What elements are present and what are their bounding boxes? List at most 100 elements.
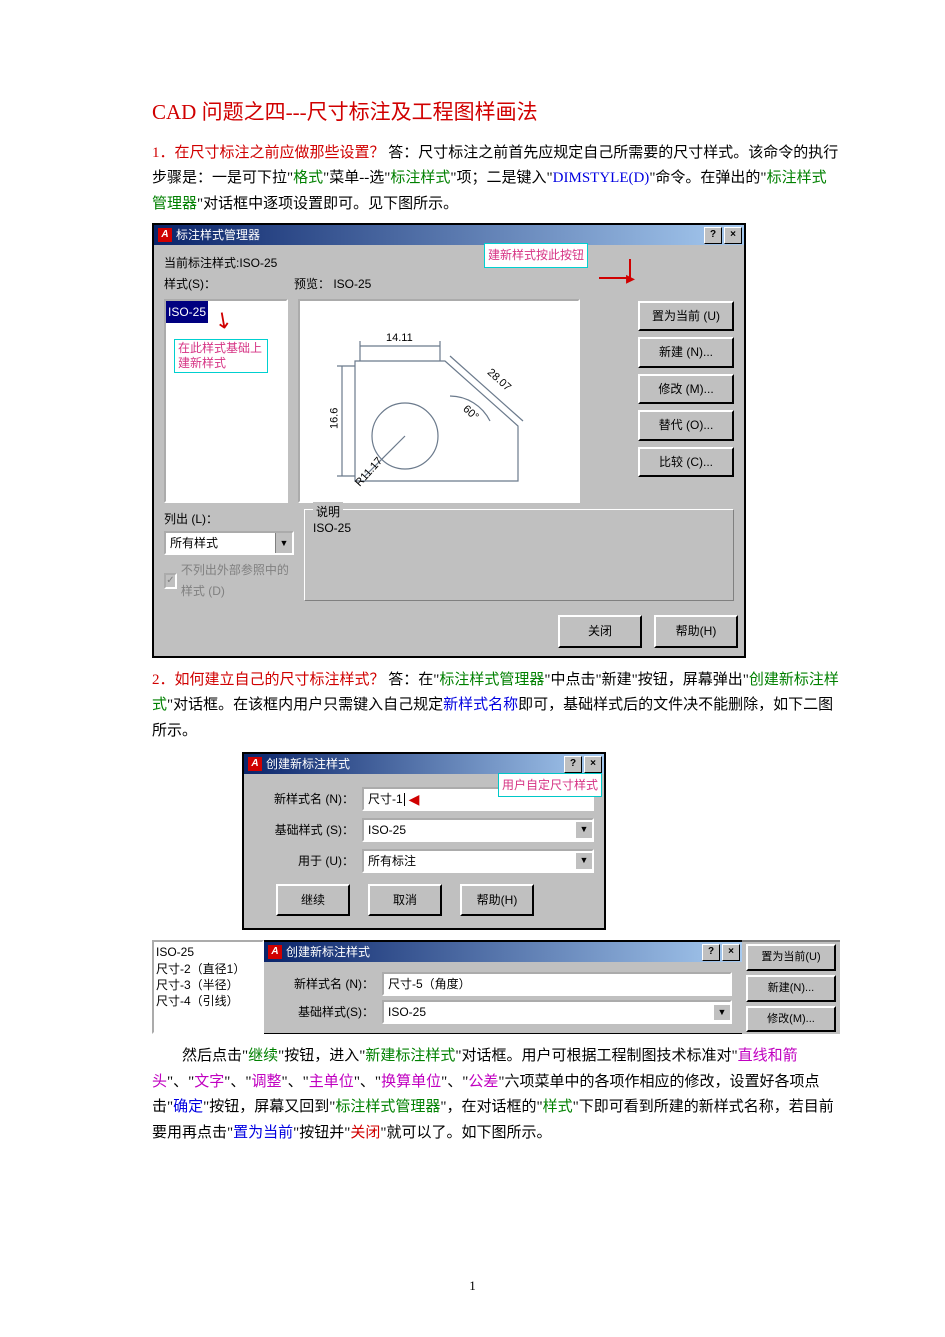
base-label: 基础样式 (S)： [254, 820, 362, 840]
q1-num: 1． [152, 145, 175, 161]
arrow-left-icon: ◀ [409, 792, 420, 806]
compare-button[interactable]: 比较 (C)... [638, 447, 734, 477]
q2-b1: 新样式名称 [443, 697, 518, 713]
dim-top: 14.11 [386, 329, 413, 348]
p3-p5: 换算单位 [381, 1074, 441, 1090]
q1-text: 在尺寸标注之前应做那些设置？ [175, 145, 385, 161]
q2-num: 2． [152, 672, 175, 688]
name-label: 新样式名 (N)： [254, 789, 362, 809]
close-button[interactable]: 关闭 [558, 615, 642, 647]
p3-m1: "按钮，进入" [278, 1048, 365, 1064]
preview-drawing-icon [300, 301, 578, 501]
new-button[interactable]: 新建 (N)... [638, 337, 734, 367]
continue-button[interactable]: 继续 [276, 884, 350, 916]
xref-checkbox: ✓ [164, 573, 177, 589]
list-label: 列出 (L)： [164, 509, 294, 529]
create-new-dimstyle-dialog: A 创建新标注样式 ? × 用户自定尺寸样式 新样式名 (N)： 尺寸-1 ◀ … [242, 752, 606, 930]
q1-g1: 格式 [293, 170, 323, 186]
style-list[interactable]: ISO-25 尺寸-2（直径1） 尺寸-3（半径） 尺寸-4（引线） [152, 940, 264, 1034]
q1-m1: "菜单--选" [323, 170, 390, 186]
q1-g2: 标注样式 [390, 170, 450, 186]
q2-m2: "对话框。在该框内用户只需键入自己规定 [167, 697, 443, 713]
help-icon[interactable]: ? [702, 944, 720, 961]
name-label-3: 新样式名 (N)： [274, 974, 382, 994]
annot-base-style: 在此样式基础上建新样式 [174, 339, 268, 373]
close-icon[interactable]: × [724, 227, 742, 244]
chevron-down-icon[interactable]: ▼ [714, 1005, 730, 1020]
close-icon[interactable]: × [722, 944, 740, 961]
preview-label: 预览： ISO-25 [294, 274, 371, 294]
p3-b1: 确定 [173, 1099, 203, 1115]
q2-a1: 答：在" [385, 672, 440, 688]
p3-m7: "按钮并" [293, 1125, 350, 1141]
list-item[interactable]: ISO-25 [156, 944, 260, 960]
p3-r1: 关闭 [350, 1125, 380, 1141]
p3-g1: 继续 [248, 1048, 278, 1064]
dlg2-titlebar: A 创建新标注样式 ? × [244, 754, 604, 774]
question-2: 2．如何建立自己的尺寸标注样式？ 答：在"标注样式管理器"中点击"新建"按钮，屏… [152, 668, 840, 745]
arrow-right-icon: ▸ [626, 269, 635, 287]
list-value: 所有样式 [166, 533, 275, 553]
description-group: 说明 ISO-25 [304, 509, 734, 601]
style-item-selected[interactable]: ISO-25 [166, 301, 208, 323]
set-current-button-3[interactable]: 置为当前(U) [746, 944, 836, 971]
dlg2-title: 创建新标注样式 [266, 754, 350, 774]
p3-lead: 然后点击" [152, 1048, 248, 1064]
p3-p4: 主单位 [309, 1074, 354, 1090]
p3-m4: "按钮，屏幕又回到" [203, 1099, 335, 1115]
chevron-down-icon[interactable]: ▼ [576, 822, 592, 837]
chevron-down-icon[interactable]: ▼ [576, 853, 592, 868]
dim-style-manager-dialog: A 标注样式管理器 ? × 建新样式按此按钮 ▸ 当前标注样式:ISO-25 样… [152, 223, 746, 657]
help-icon[interactable]: ? [564, 756, 582, 773]
p3-g2: 新建标注样式 [365, 1048, 455, 1064]
base-combo-3[interactable]: ISO-25 ▼ [382, 1000, 732, 1024]
list-item[interactable]: 尺寸-2（直径1） [156, 961, 260, 977]
modify-button[interactable]: 修改 (M)... [638, 374, 734, 404]
modify-button-3[interactable]: 修改(M)... [746, 1006, 836, 1033]
dlg3-title: 创建新标注样式 [286, 942, 370, 962]
new-button-3[interactable]: 新建(N)... [746, 975, 836, 1002]
dim-left: 16.6 [325, 408, 344, 429]
annot-user-style: 用户自定尺寸样式 [498, 773, 602, 797]
style-listbox[interactable]: ISO-25 ↘ 在此样式基础上建新样式 [164, 299, 288, 503]
usefor-label: 用于 (U)： [254, 851, 362, 871]
chk-label: 不列出外部参照中的样式 (D) [181, 560, 294, 601]
q1-tail: "对话框中逐项设置即可。见下图所示。 [197, 196, 458, 212]
page-number: 1 [0, 1275, 945, 1297]
use-for-combo[interactable]: 所有标注 ▼ [362, 849, 594, 873]
q1-m3: "命令。在弹出的" [649, 170, 766, 186]
current-style-label: 当前标注样式:ISO-25 [164, 253, 734, 273]
p3-m8: "就可以了。如下图所示。 [380, 1125, 551, 1141]
q2-g1: 标注样式管理器 [439, 672, 544, 688]
cancel-button[interactable]: 取消 [368, 884, 442, 916]
p3-m5: "，在对话框的" [440, 1099, 542, 1115]
p3-b2: 置为当前 [233, 1125, 293, 1141]
base-value: ISO-25 [364, 820, 576, 840]
desc-value: ISO-25 [313, 521, 351, 535]
close-icon[interactable]: × [584, 756, 602, 773]
help-button[interactable]: 帮助(H) [460, 884, 534, 916]
override-button[interactable]: 替代 (O)... [638, 410, 734, 440]
q1-b1: DIMSTYLE(D) [553, 170, 650, 186]
autocad-icon: A [158, 228, 172, 242]
base-value-3: ISO-25 [384, 1002, 714, 1022]
help-icon[interactable]: ? [704, 227, 722, 244]
name-input-3[interactable]: 尺寸-5（角度） [382, 972, 732, 996]
usefor-value: 所有标注 [364, 851, 576, 871]
question-1: 1．在尺寸标注之前应做那些设置？ 答：尺寸标注之前首先应规定自己所需要的尺寸样式… [152, 141, 840, 218]
p3-p2: 文字 [194, 1074, 224, 1090]
p3-g3: 标注样式管理器 [335, 1099, 440, 1115]
chevron-down-icon[interactable]: ▼ [275, 533, 292, 553]
paragraph-3: 然后点击"继续"按钮，进入"新建标注样式"对话框。用户可根据工程制图技术标准对"… [152, 1044, 840, 1146]
list-item[interactable]: 尺寸-4（引线） [156, 993, 260, 1009]
create-dimstyle-dialog-list-combo: ISO-25 尺寸-2（直径1） 尺寸-3（半径） 尺寸-4（引线） A 创建新… [152, 940, 840, 1034]
set-current-button[interactable]: 置为当前 (U) [638, 301, 734, 331]
page-title: CAD 问题之四---尺寸标注及工程图样画法 [152, 95, 840, 131]
list-item[interactable]: 尺寸-3（半径） [156, 977, 260, 993]
list-combo[interactable]: 所有样式 ▼ [164, 531, 294, 555]
preview-pane: 14.11 16.6 28.07 60° R11.17 [298, 299, 580, 503]
help-button[interactable]: 帮助(H) [654, 615, 738, 647]
base-style-combo[interactable]: ISO-25 ▼ [362, 818, 594, 842]
desc-legend: 说明 [313, 502, 343, 522]
q2-m1: "中点击"新建"按钮，屏幕弹出" [544, 672, 749, 688]
